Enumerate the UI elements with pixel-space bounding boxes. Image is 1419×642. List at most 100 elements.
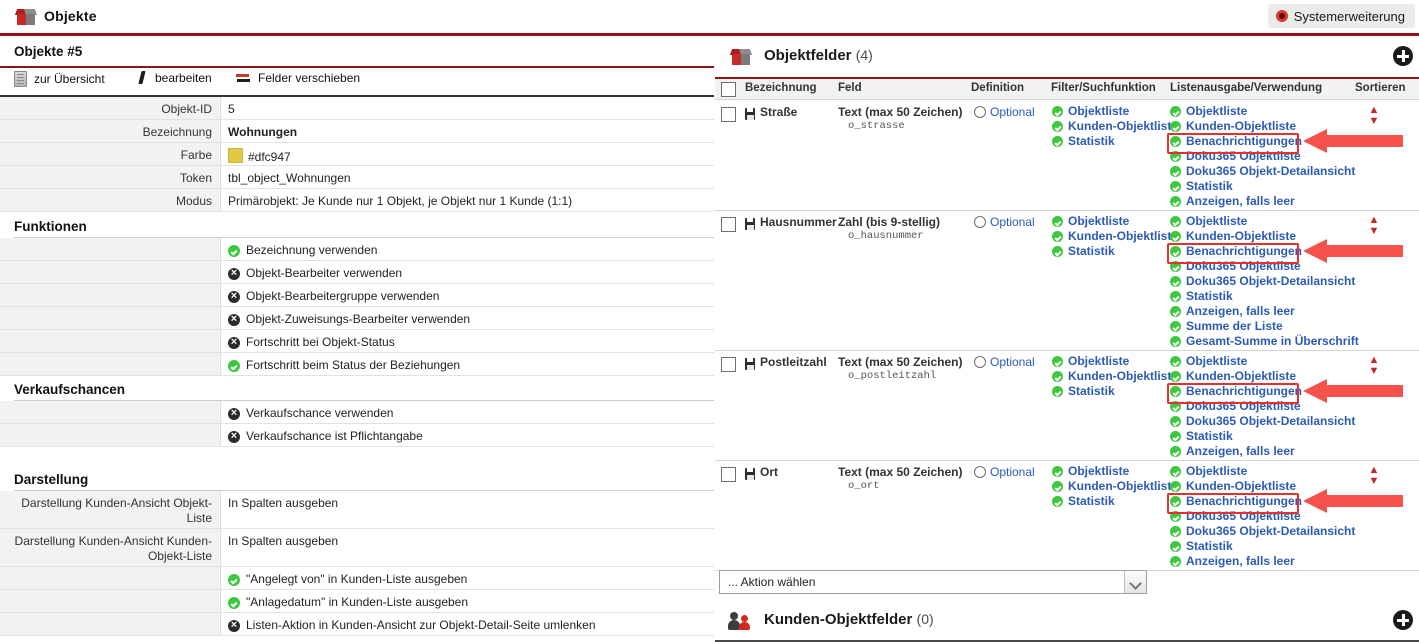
check-on-icon <box>1170 261 1181 272</box>
field-name[interactable]: Hausnummer <box>760 215 837 229</box>
verkaufschance-label: Verkaufschance verwenden <box>246 406 394 420</box>
list-output-option[interactable]: Anzeigen, falls leer <box>1170 194 1355 209</box>
check-on-icon <box>1052 106 1063 117</box>
toolbar-zur-uebersicht[interactable]: zur Übersicht <box>14 71 105 87</box>
filter-option[interactable]: Kunden-Objektliste <box>1052 119 1178 134</box>
list-output-option[interactable]: Objektliste <box>1170 104 1355 119</box>
row-checkbox[interactable] <box>721 107 736 122</box>
list-output-option[interactable]: Kunden-Objektliste <box>1170 119 1355 134</box>
list-output-option[interactable]: Doku365 Objektliste <box>1170 149 1355 164</box>
check-on-icon <box>228 596 240 609</box>
detail-row-farbe: Farbe #dfc947 <box>0 143 714 166</box>
filter-option[interactable]: Statistik <box>1052 494 1178 509</box>
list-output-option[interactable]: Anzeigen, falls leer <box>1170 554 1355 569</box>
filter-option[interactable]: Statistik <box>1052 244 1178 259</box>
check-off-icon <box>228 405 240 421</box>
radio-off-icon[interactable] <box>974 356 986 368</box>
filter-option[interactable]: Objektliste <box>1052 104 1178 119</box>
list-output-option[interactable]: Doku365 Objekt-Detailansicht <box>1170 274 1359 289</box>
list-output-label: Benachrichtigungen <box>1186 494 1303 508</box>
list-output-option[interactable]: Gesamt-Summe in Überschrift <box>1170 334 1359 349</box>
list-output-option-benachrichtigungen[interactable]: Benachrichtigungen <box>1170 494 1355 509</box>
toolbar-felder-verschieben[interactable]: Felder verschieben <box>236 71 360 85</box>
list-output-option[interactable]: Doku365 Objektliste <box>1170 509 1355 524</box>
list-output-label: Benachrichtigungen <box>1186 134 1303 148</box>
list-output-option[interactable]: Anzeigen, falls leer <box>1170 444 1355 459</box>
col-header-definition[interactable]: Definition <box>971 82 1024 94</box>
list-output-option[interactable]: Doku365 Objektliste <box>1170 399 1355 414</box>
list-output-option[interactable]: Summe der Liste <box>1170 319 1359 334</box>
filter-option[interactable]: Statistik <box>1052 384 1178 399</box>
list-output-option[interactable]: Objektliste <box>1170 214 1359 229</box>
add-kunden-objektfeld-button[interactable] <box>1393 610 1413 630</box>
field-name[interactable]: Ort <box>760 465 778 479</box>
verkaufschancen-table: Verkaufschance verwenden Verkaufschance … <box>0 401 714 447</box>
list-output-option[interactable]: Anzeigen, falls leer <box>1170 304 1359 319</box>
filter-options: Objektliste Kunden-Objektliste Statistik <box>1052 464 1178 509</box>
sort-handle[interactable]: ▲ ▼ <box>1367 355 1381 377</box>
radio-off-icon[interactable] <box>974 106 986 118</box>
row-checkbox[interactable] <box>721 217 736 232</box>
verkaufschance-row: Verkaufschance ist Pflichtangabe <box>0 424 714 447</box>
list-output-option[interactable]: Kunden-Objektliste <box>1170 479 1355 494</box>
list-output-label: Summe der Liste <box>1186 319 1283 333</box>
list-output-option[interactable]: Kunden-Objektliste <box>1170 229 1359 244</box>
add-objektfeld-button[interactable] <box>1393 46 1413 66</box>
darstellung-row: Listen-Aktion in Kunden-Ansicht zur Obje… <box>0 613 714 636</box>
list-output-label: Doku365 Objektliste <box>1186 149 1301 163</box>
list-output-option[interactable]: Doku365 Objekt-Detailansicht <box>1170 524 1355 539</box>
filter-option[interactable]: Kunden-Objektliste <box>1052 229 1178 244</box>
col-header-filter[interactable]: Filter/Suchfunktion <box>1051 82 1156 94</box>
detail-row-bezeichnung: Bezeichnung Wohnungen <box>0 120 714 143</box>
list-output-option[interactable]: Statistik <box>1170 179 1355 194</box>
list-output-option-benachrichtigungen[interactable]: Benachrichtigungen <box>1170 134 1355 149</box>
funktion-value: Fortschritt beim Status der Beziehungen <box>222 353 714 377</box>
radio-off-icon[interactable] <box>974 216 986 228</box>
systemerweiterung-label: Systemerweiterung <box>1293 8 1405 24</box>
darstellung-value: "Anlagedatum" in Kunden-Liste ausgeben <box>222 590 714 614</box>
systemerweiterung-button[interactable]: Systemerweiterung <box>1267 4 1415 28</box>
field-name[interactable]: Straße <box>760 105 797 119</box>
sort-handle[interactable]: ▲ ▼ <box>1367 215 1381 237</box>
check-on-icon <box>1170 431 1181 442</box>
left-panel: Objekte #5 zur Übersicht bearbeiten Feld… <box>0 39 714 642</box>
list-output-option[interactable]: Statistik <box>1170 289 1359 304</box>
toolbar-bearbeiten[interactable]: bearbeiten <box>136 71 212 85</box>
select-all-checkbox[interactable] <box>721 82 736 97</box>
detail-key: Modus <box>0 189 221 211</box>
field-name[interactable]: Postleitzahl <box>760 355 827 369</box>
list-output-option[interactable]: Objektliste <box>1170 354 1355 369</box>
list-output-option[interactable]: Doku365 Objekt-Detailansicht <box>1170 164 1355 179</box>
filter-option[interactable]: Objektliste <box>1052 464 1178 479</box>
field-definition: Optional <box>974 215 1035 229</box>
sort-handle[interactable]: ▲ ▼ <box>1367 105 1381 127</box>
list-output-option[interactable]: Objektliste <box>1170 464 1355 479</box>
filter-option[interactable]: Kunden-Objektliste <box>1052 369 1178 384</box>
filter-option[interactable]: Kunden-Objektliste <box>1052 479 1178 494</box>
list-output-option[interactable]: Doku365 Objekt-Detailansicht <box>1170 414 1355 429</box>
row-checkbox[interactable] <box>721 467 736 482</box>
table-row: Straße Text (max 50 Zeichen) o_strasse O… <box>715 100 1419 211</box>
check-on-icon <box>1170 166 1181 177</box>
col-header-listenausgabe[interactable]: Listenausgabe/Verwendung <box>1170 82 1322 94</box>
sort-handle[interactable]: ▲ ▼ <box>1367 465 1381 487</box>
filter-option[interactable]: Objektliste <box>1052 354 1178 369</box>
list-output-option-benachrichtigungen[interactable]: Benachrichtigungen <box>1170 384 1355 399</box>
chevron-down-icon[interactable] <box>1124 571 1146 593</box>
list-output-option[interactable]: Statistik <box>1170 539 1355 554</box>
action-select[interactable]: ... Aktion wählen <box>719 570 1147 594</box>
row-checkbox[interactable] <box>721 357 736 372</box>
filter-option[interactable]: Statistik <box>1052 134 1178 149</box>
col-header-sortieren[interactable]: Sortieren <box>1355 82 1406 94</box>
list-output-option[interactable]: Doku365 Objektliste <box>1170 259 1359 274</box>
list-output-option[interactable]: Statistik <box>1170 429 1355 444</box>
funktion-label: Objekt-Bearbeitergruppe verwenden <box>246 289 440 303</box>
list-output-option-benachrichtigungen[interactable]: Benachrichtigungen <box>1170 244 1359 259</box>
col-header-bezeichnung[interactable]: Bezeichnung <box>745 82 817 94</box>
objektfelder-title-wrap: Objektfelder (4) <box>764 47 873 64</box>
check-on-icon <box>1170 556 1181 567</box>
radio-off-icon[interactable] <box>974 466 986 478</box>
filter-option[interactable]: Objektliste <box>1052 214 1178 229</box>
col-header-feld[interactable]: Feld <box>838 82 862 94</box>
list-output-option[interactable]: Kunden-Objektliste <box>1170 369 1355 384</box>
